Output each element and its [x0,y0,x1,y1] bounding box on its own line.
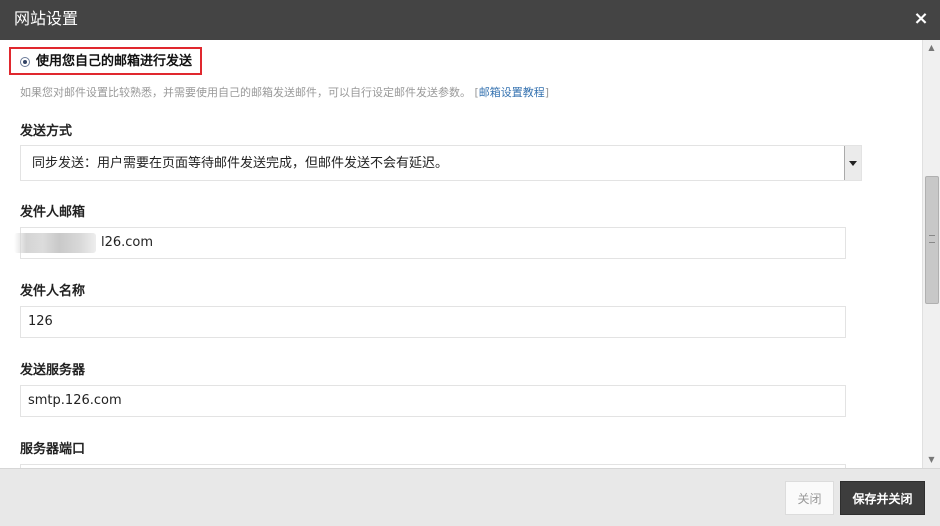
send-mode-select[interactable]: 同步发送：用户需要在页面等待邮件发送完成，但邮件发送不会有延迟。 [20,145,862,181]
mail-description: 如果您对邮件设置比较熟悉，并需要使用自己的邮箱发送邮件，可以自行设定邮件发送参数… [20,86,549,100]
close-button[interactable]: 关闭 [785,481,834,515]
smtp-server-value: smtp.126.com [28,393,122,408]
sender-email-label: 发件人邮箱 [20,205,86,220]
arrow-down-icon[interactable]: ▼ [923,452,940,468]
own-mailbox-label[interactable]: 使用您自己的邮箱进行发送 [36,54,192,70]
arrow-up-icon[interactable]: ▲ [923,40,940,56]
dialog-footer: 关闭 保存并关闭 [0,468,940,526]
send-mode-label: 发送方式 [20,124,73,139]
smtp-server-input[interactable]: smtp.126.com [20,385,846,417]
own-mailbox-option[interactable]: 使用您自己的邮箱进行发送 [9,47,202,75]
sender-name-label: 发件人名称 [20,284,86,299]
scrollbar-thumb[interactable] [925,176,939,304]
dialog-content: 使用您自己的邮箱进行发送 如果您对邮件设置比较熟悉，并需要使用自己的邮箱发送邮件… [0,40,922,468]
sender-email-input[interactable]: l26.com [20,227,846,259]
server-port-label: 服务器端口 [20,442,86,457]
tutorial-bracket-close: ] [544,86,550,99]
dialog-title: 网站设置 [14,9,79,28]
save-and-close-button[interactable]: 保存并关闭 [840,481,925,515]
mail-tutorial-link[interactable]: 邮箱设置教程 [479,86,545,99]
grip-icon [929,235,935,243]
dialog-titlebar: 网站设置 × [0,0,940,40]
close-icon[interactable]: × [910,8,932,30]
sender-name-value: 126 [28,314,53,329]
own-mailbox-radio[interactable] [20,57,30,67]
sender-email-value: l26.com [101,235,154,250]
sender-name-input[interactable]: 126 [20,306,846,338]
chevron-down-icon[interactable] [844,146,861,180]
mail-description-text: 如果您对邮件设置比较熟悉，并需要使用自己的邮箱发送邮件，可以自行设定邮件发送参数… [20,86,471,99]
send-mode-value: 同步发送：用户需要在页面等待邮件发送完成，但邮件发送不会有延迟。 [32,156,449,171]
content-scrollbar[interactable]: ▲ ▼ [922,40,940,468]
smtp-server-label: 发送服务器 [20,363,86,378]
redacted-email-blur [14,233,96,253]
